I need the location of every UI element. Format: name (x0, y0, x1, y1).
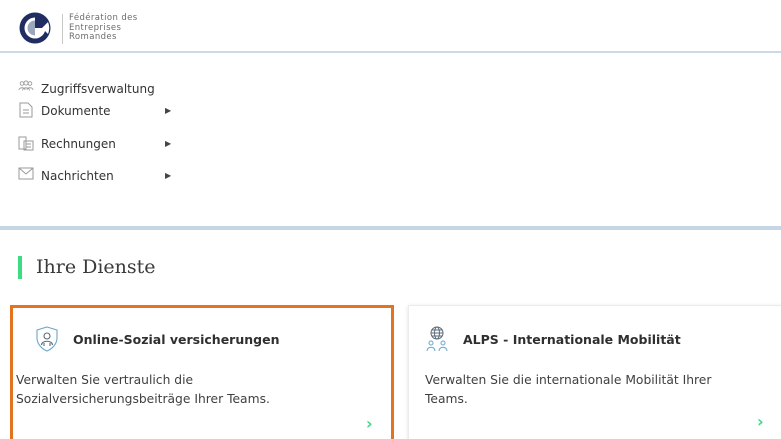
section-title: Ihre Dienste (18, 254, 156, 280)
card-title: Online-Sozial versicherungen (73, 331, 280, 347)
service-card-sozialversicherungen[interactable]: Online-Sozial versicherungen Verwalten S… (10, 305, 394, 439)
invoices-icon (17, 135, 35, 153)
nav-item-nachrichten[interactable]: Nachrichten ▶ (17, 167, 217, 200)
card-header: ALPS - Internationale Mobilität (425, 326, 681, 352)
nav-item-zugriffsverwaltung[interactable]: Zugriffsverwaltung (17, 80, 217, 102)
card-description: Verwalten Sie vertraulich die Sozialvers… (16, 373, 270, 406)
card-header: Online-Sozial versicherungen (35, 326, 279, 352)
nav-item-label: Zugriffsverwaltung (41, 82, 155, 96)
nav-item-label: Nachrichten (41, 169, 114, 183)
services-heading: Ihre Dienste (36, 256, 156, 278)
users-icon (17, 80, 35, 98)
nav-item-dokumente[interactable]: Dokumente ▶ (17, 102, 217, 135)
nav-item-label: Rechnungen (41, 136, 116, 151)
organization-name: Fédération des Entreprises Romandes (69, 13, 138, 43)
header: Fédération des Entreprises Romandes (0, 0, 781, 53)
chevron-right-icon[interactable]: › (757, 412, 764, 431)
card-description: Verwalten Sie die internationale Mobilit… (425, 373, 712, 406)
nav-item-rechnungen[interactable]: Rechnungen ▶ (17, 135, 217, 168)
caret-right-icon[interactable]: ▶ (165, 139, 171, 148)
document-icon (17, 102, 35, 120)
globe-people-icon (425, 326, 449, 352)
title-accent-bar (18, 255, 22, 279)
fer-logo-icon[interactable] (18, 12, 56, 44)
caret-right-icon[interactable]: ▶ (165, 171, 171, 180)
card-title: ALPS - Internationale Mobilität (463, 331, 681, 347)
chevron-right-icon[interactable]: › (366, 414, 373, 433)
logo-separator (62, 14, 63, 44)
side-menu: Zugriffsverwaltung Dokumente ▶ Rechnunge… (17, 80, 217, 200)
shield-person-icon (35, 326, 59, 352)
caret-right-icon[interactable]: ▶ (165, 106, 171, 115)
envelope-icon (17, 167, 35, 185)
nav-item-label: Dokumente (41, 104, 111, 118)
service-card-alps[interactable]: ALPS - Internationale Mobilität Verwalte… (408, 305, 781, 439)
section-divider (0, 226, 781, 230)
